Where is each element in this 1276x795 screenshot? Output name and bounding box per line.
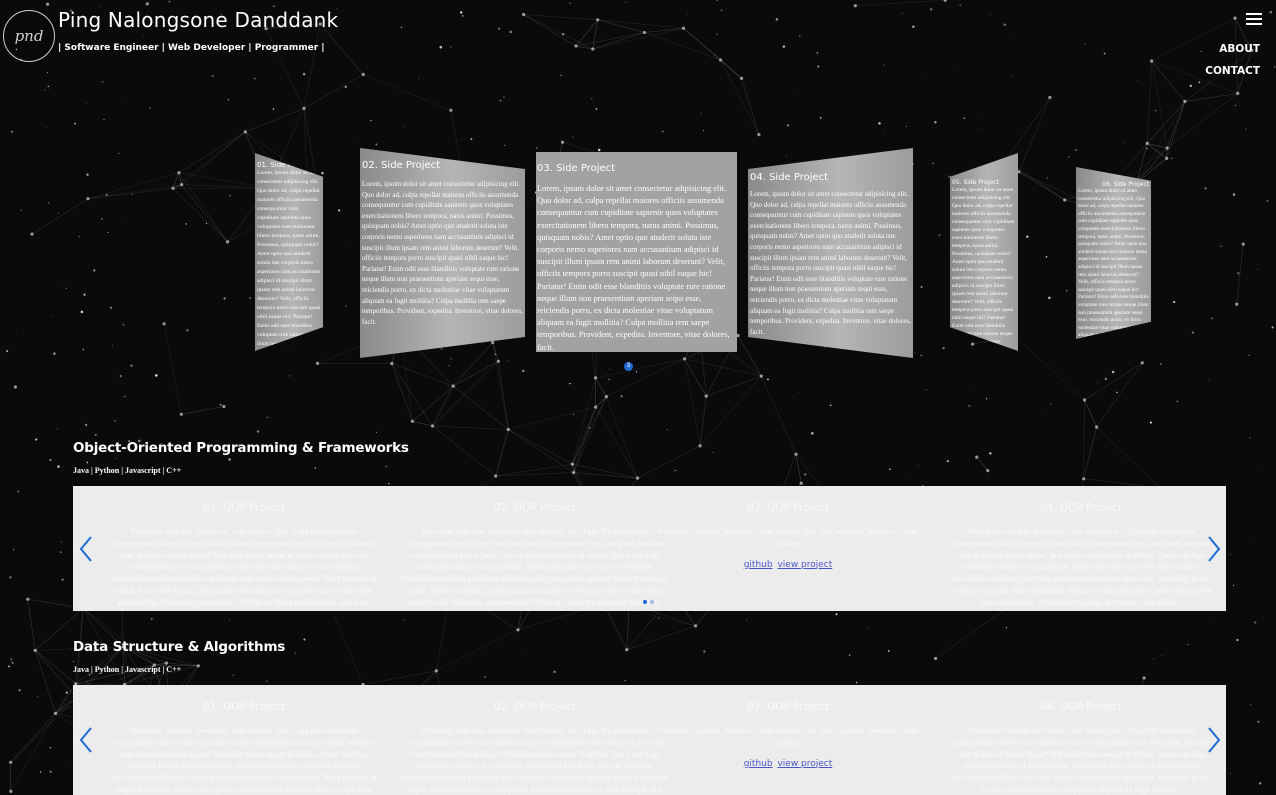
slide-card[interactable]: 04. OOP Project Provident, expedita. Inv… — [948, 685, 1214, 795]
site-tagline: | Software Engineer | Web Developer | Pr… — [58, 43, 325, 53]
slide-card[interactable]: 02. OOP Project Provident, expedita. Inv… — [402, 685, 668, 795]
dsa-project-slider: 01. OOP Project Provident, expedita. Inv… — [73, 685, 1226, 795]
slide-text: Provident, expedita. Inventore, vitae do… — [950, 527, 1212, 607]
slide-card[interactable]: 02. OOP Project Provident, expedita. Inv… — [402, 486, 668, 609]
card-body: Lorem, ipsum dolor sit amet consectetur … — [1078, 188, 1149, 339]
slide-text: Provident, expedita. Inventore, vitae do… — [111, 527, 377, 607]
slide-links: github view project — [655, 759, 921, 769]
coverflow-pagination: 3 — [624, 362, 633, 371]
github-link[interactable]: github — [744, 560, 773, 570]
pagination-dot-active[interactable]: 3 — [624, 362, 633, 371]
slide-text: Provident, expedita. Inventore, vitae do… — [111, 726, 377, 794]
slide-card[interactable]: 03. OOP Project Provident, expedita. Inv… — [655, 685, 921, 769]
coverflow-card-1[interactable]: 01. Side Project Lorem, ipsum dolor sit … — [255, 153, 323, 351]
slide-card[interactable]: 01. OOP Project Provident, expedita. Inv… — [111, 486, 377, 609]
slide-text: Provident, expedita. Inventore, vitae do… — [402, 726, 668, 794]
card-title: 03. Side Project — [537, 163, 616, 174]
pagination-dot-active[interactable] — [643, 600, 647, 604]
card-body: Lorem, ipsum dolor sit amet consectetur … — [362, 180, 523, 326]
logo-text: pnd — [14, 27, 44, 45]
slide-text: Provident, expedita. Inventore, vitae do… — [657, 726, 919, 747]
pagination-dot[interactable] — [650, 600, 654, 604]
slide-links: github view project — [655, 560, 921, 570]
section-title-dsa: Data Structure & Algorithms — [73, 639, 286, 655]
card-body: Lorem, ipsum dolor sit amet consectetur … — [750, 190, 911, 336]
section-tags-dsa: Java | Python | Javascript | C++ — [73, 665, 182, 674]
chevron-right-icon[interactable] — [1207, 727, 1221, 753]
card-body: Lorem, ipsum dolor sit amet consectetur … — [257, 170, 321, 351]
card-body: Lorem, ipsum dolor sit amet consectetur … — [952, 187, 1015, 351]
section-tags-oop: Java | Python | Javascript | C++ — [73, 466, 182, 475]
slide-title: 04. OOP Project — [1039, 701, 1123, 713]
coverflow-card-2[interactable]: 02. Side Project Lorem, ipsum dolor sit … — [360, 148, 525, 358]
slider-pagination — [643, 600, 654, 604]
logo[interactable]: pnd — [3, 10, 55, 62]
slide-text: Provident, expedita. Inventore, vitae do… — [402, 527, 668, 607]
slide-title: 02. OOP Project — [493, 502, 577, 514]
card-title: 04. Side Project — [750, 172, 829, 183]
github-link[interactable]: github — [744, 759, 773, 769]
hamburger-menu-icon[interactable] — [1246, 13, 1262, 25]
slide-title: 01. OOP Project — [202, 502, 286, 514]
slide-title: 03. OOP Project — [746, 502, 830, 514]
slide-title: 01. OOP Project — [202, 701, 286, 713]
oop-project-slider: 01. OOP Project Provident, expedita. Inv… — [73, 486, 1226, 611]
slide-title: 04. OOP Project — [1039, 502, 1123, 514]
slide-title: 03. OOP Project — [746, 701, 830, 713]
coverflow-card-5[interactable]: 05. Side Project Lorem, ipsum dolor sit … — [950, 153, 1018, 351]
site-title: Ping Nalongsone Danddank — [58, 8, 339, 32]
card-body: Lorem, ipsum dolor sit amet consectetur … — [537, 184, 730, 352]
coverflow-card-6[interactable]: 06. Side Project Lorem, ipsum dolor sit … — [1076, 167, 1151, 339]
starfield-background — [6, 0, 1276, 794]
chevron-left-icon[interactable] — [79, 727, 93, 753]
view-project-link[interactable]: view project — [777, 560, 832, 570]
slide-card[interactable]: 04. OOP Project Provident, expedita. Inv… — [948, 486, 1214, 609]
coverflow-card-3-active[interactable]: 03. Side Project Lorem, ipsum dolor sit … — [536, 152, 737, 352]
view-project-link[interactable]: view project — [777, 759, 832, 769]
slide-title: 02. OOP Project — [493, 701, 577, 713]
section-title-oop: Object-Oriented Programming & Frameworks — [73, 440, 409, 456]
coverflow-card-4[interactable]: 04. Side Project Lorem, ipsum dolor sit … — [748, 148, 913, 358]
chevron-right-icon[interactable] — [1207, 535, 1221, 562]
slide-card[interactable]: 01. OOP Project Provident, expedita. Inv… — [111, 685, 377, 795]
slide-text: Provident, expedita. Inventore, vitae do… — [951, 726, 1211, 794]
slide-card[interactable]: 03. OOP Project Provident, expedita. Inv… — [655, 486, 921, 570]
main-nav: ABOUT CONTACT — [1205, 38, 1260, 82]
nav-link-contact[interactable]: CONTACT — [1205, 60, 1260, 82]
card-title: 05. Side Project — [952, 179, 999, 186]
slide-text: Provident, expedita. Inventore, vitae do… — [657, 527, 919, 548]
card-title: 06. Side Project — [1102, 181, 1149, 188]
chevron-left-icon[interactable] — [79, 535, 93, 562]
nav-link-about[interactable]: ABOUT — [1205, 38, 1260, 60]
